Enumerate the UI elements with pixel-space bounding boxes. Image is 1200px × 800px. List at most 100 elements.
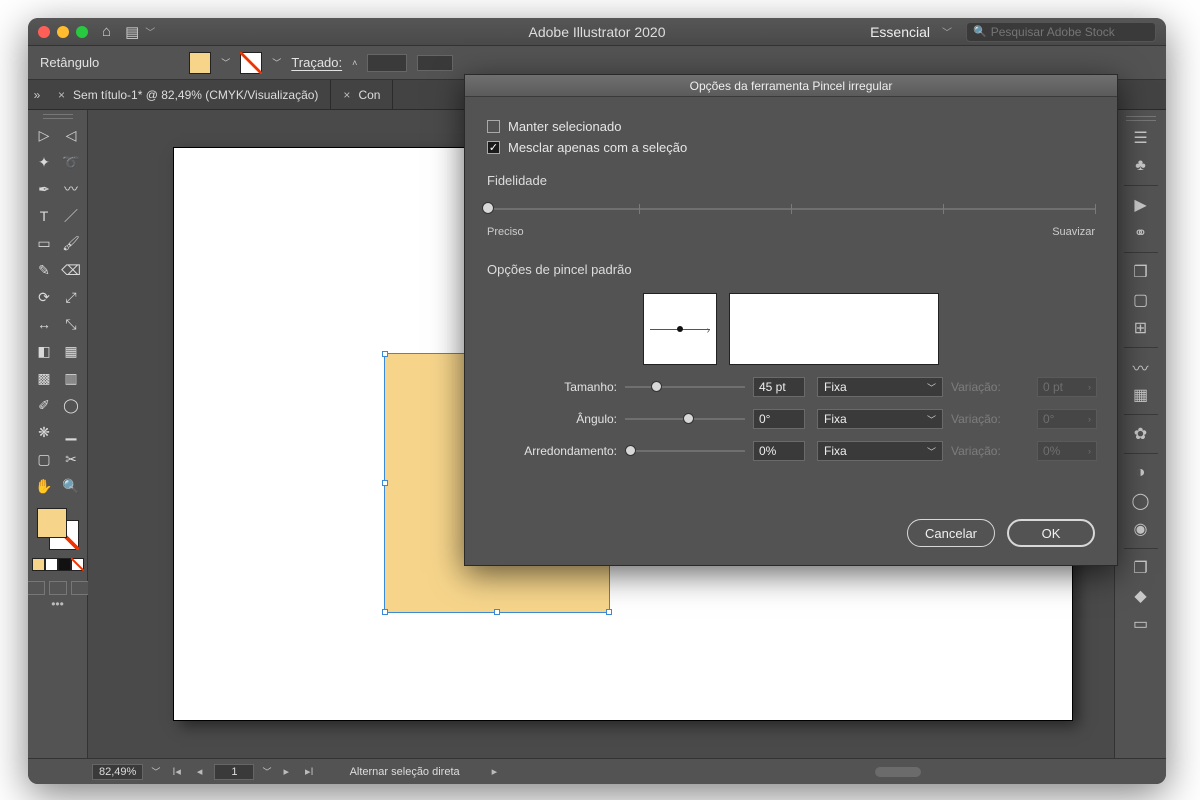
- draw-behind-icon[interactable]: [49, 581, 67, 595]
- document-layout-icon[interactable]: ▤: [125, 23, 139, 41]
- chevron-down-icon[interactable]: ﹀: [151, 765, 160, 778]
- curvature-tool-icon[interactable]: 〰: [59, 177, 83, 201]
- selection-tool-icon[interactable]: ▷: [32, 123, 56, 147]
- stroke-profile-dropdown[interactable]: [417, 55, 453, 71]
- swatches-panel-icon[interactable]: ▦: [1125, 384, 1157, 406]
- perspective-tool-icon[interactable]: ▦: [59, 339, 83, 363]
- minimize-window-icon[interactable]: [57, 26, 69, 38]
- slider-thumb[interactable]: [651, 381, 662, 392]
- draw-inside-icon[interactable]: [71, 581, 89, 595]
- tab-overflow-icon[interactable]: »: [28, 88, 46, 102]
- direct-selection-tool-icon[interactable]: ◁: [59, 123, 83, 147]
- panel-drag-handle[interactable]: [1126, 116, 1156, 121]
- artboards-nav-icon[interactable]: ▭: [1125, 613, 1157, 635]
- close-window-icon[interactable]: [38, 26, 50, 38]
- zoom-field[interactable]: 82,49%: [92, 764, 143, 780]
- slider-thumb[interactable]: [683, 413, 694, 424]
- play-icon[interactable]: ▶: [1125, 194, 1157, 216]
- fullscreen-window-icon[interactable]: [76, 26, 88, 38]
- selection-handle[interactable]: [382, 609, 388, 615]
- slider-thumb[interactable]: [625, 445, 636, 456]
- fidelity-slider[interactable]: [487, 198, 1095, 222]
- slice-tool-icon[interactable]: ✂: [59, 447, 83, 471]
- line-tool-icon[interactable]: ／: [59, 204, 83, 228]
- gradient-tool-icon[interactable]: ▥: [59, 366, 83, 390]
- chevron-down-icon[interactable]: ﹀: [262, 765, 271, 778]
- properties-panel-icon[interactable]: ☰: [1125, 127, 1157, 149]
- 3d-panel-icon[interactable]: ❒: [1125, 261, 1157, 283]
- stroke-swatch[interactable]: [240, 52, 262, 74]
- scrollbar-thumb[interactable]: [875, 767, 921, 777]
- shaper-tool-icon[interactable]: ✎: [32, 258, 56, 282]
- width-tool-icon[interactable]: ↔: [32, 312, 56, 336]
- ok-button[interactable]: OK: [1007, 519, 1095, 547]
- shape-builder-tool-icon[interactable]: ◧: [32, 339, 56, 363]
- brush-angle-preview[interactable]: ›: [643, 293, 717, 365]
- keep-selected-row[interactable]: Manter selecionado: [487, 119, 1095, 134]
- document-tab[interactable]: × Sem título-1* @ 82,49% (CMYK/Visualiza…: [46, 80, 331, 109]
- stroke-weight-input[interactable]: [367, 54, 407, 72]
- close-tab-icon[interactable]: ×: [58, 88, 65, 102]
- hint-next-icon[interactable]: ▸: [488, 765, 502, 778]
- selection-handle[interactable]: [606, 609, 612, 615]
- stock-search[interactable]: 🔍: [966, 22, 1156, 42]
- last-artboard-icon[interactable]: ▸I: [301, 765, 318, 778]
- size-mode-select[interactable]: Fixa﹀: [817, 377, 943, 397]
- document-tab[interactable]: × Con: [331, 80, 393, 109]
- brushes-panel-icon[interactable]: 〰: [1125, 356, 1157, 378]
- type-tool-icon[interactable]: T: [32, 204, 56, 228]
- eraser-tool-icon[interactable]: ⌫: [59, 258, 83, 282]
- column-graph-tool-icon[interactable]: ▁: [59, 420, 83, 444]
- asset-export-panel-icon[interactable]: ◆: [1125, 585, 1157, 607]
- angle-slider[interactable]: [625, 412, 745, 426]
- libraries-panel-icon[interactable]: ♣: [1125, 155, 1157, 177]
- chevron-down-icon[interactable]: ﹀: [145, 24, 155, 39]
- size-input[interactable]: [753, 377, 805, 397]
- search-input[interactable]: [991, 25, 1149, 39]
- links-panel-icon[interactable]: ⚭: [1125, 222, 1157, 244]
- symbols-panel-icon[interactable]: ✿: [1125, 423, 1157, 445]
- panel-drag-handle[interactable]: [43, 114, 73, 119]
- layers-panel-icon[interactable]: ❐: [1125, 557, 1157, 579]
- magic-wand-tool-icon[interactable]: ✦: [32, 150, 56, 174]
- prev-artboard-icon[interactable]: ◂: [193, 765, 207, 778]
- lasso-tool-icon[interactable]: ➰: [59, 150, 83, 174]
- roundness-mode-select[interactable]: Fixa﹀: [817, 441, 943, 461]
- color-swatch-icon[interactable]: [45, 558, 58, 571]
- pen-tool-icon[interactable]: ✒: [32, 177, 56, 201]
- size-slider[interactable]: [625, 380, 745, 394]
- roundness-slider[interactable]: [625, 444, 745, 458]
- hand-tool-icon[interactable]: ✋: [32, 474, 56, 498]
- slider-thumb[interactable]: [482, 202, 494, 214]
- zoom-tool-icon[interactable]: 🔍: [59, 474, 83, 498]
- rotate-tool-icon[interactable]: ⟳: [32, 285, 56, 309]
- roundness-input[interactable]: [753, 441, 805, 461]
- symbol-sprayer-tool-icon[interactable]: ❋: [32, 420, 56, 444]
- selection-handle[interactable]: [494, 609, 500, 615]
- next-artboard-icon[interactable]: ▸: [279, 765, 293, 778]
- edit-toolbar-icon[interactable]: •••: [51, 597, 64, 611]
- merge-only-row[interactable]: ✓ Mesclar apenas com a seleção: [487, 140, 1095, 155]
- caret-icon[interactable]: ˄: [352, 58, 357, 68]
- horizontal-scrollbar[interactable]: [529, 766, 1146, 778]
- workspace-switcher[interactable]: Essencial ﹀: [870, 24, 952, 40]
- transparency-panel-icon[interactable]: ◯: [1125, 490, 1157, 512]
- brush-shape-preview[interactable]: [729, 293, 939, 365]
- angle-input[interactable]: [753, 409, 805, 429]
- close-tab-icon[interactable]: ×: [343, 88, 350, 102]
- chevron-down-icon[interactable]: ﹀: [221, 56, 230, 69]
- checkbox-unchecked-icon[interactable]: [487, 120, 500, 133]
- draw-normal-icon[interactable]: [28, 581, 45, 595]
- scale-tool-icon[interactable]: ⤢: [59, 285, 83, 309]
- eyedropper-tool-icon[interactable]: ✐: [32, 393, 56, 417]
- gradient-panel-icon[interactable]: ◑: [1125, 462, 1157, 484]
- fill-stroke-indicator[interactable]: [37, 508, 79, 550]
- artboard-tool-icon[interactable]: ▢: [32, 447, 56, 471]
- color-swatch-icon[interactable]: [58, 558, 71, 571]
- fill-swatch[interactable]: [189, 52, 211, 74]
- fill-color-icon[interactable]: [37, 508, 67, 538]
- mesh-tool-icon[interactable]: ▩: [32, 366, 56, 390]
- paintbrush-tool-icon[interactable]: 🖌: [59, 231, 83, 255]
- align-panel-icon[interactable]: ⊞: [1125, 317, 1157, 339]
- color-swatch-icon[interactable]: [32, 558, 45, 571]
